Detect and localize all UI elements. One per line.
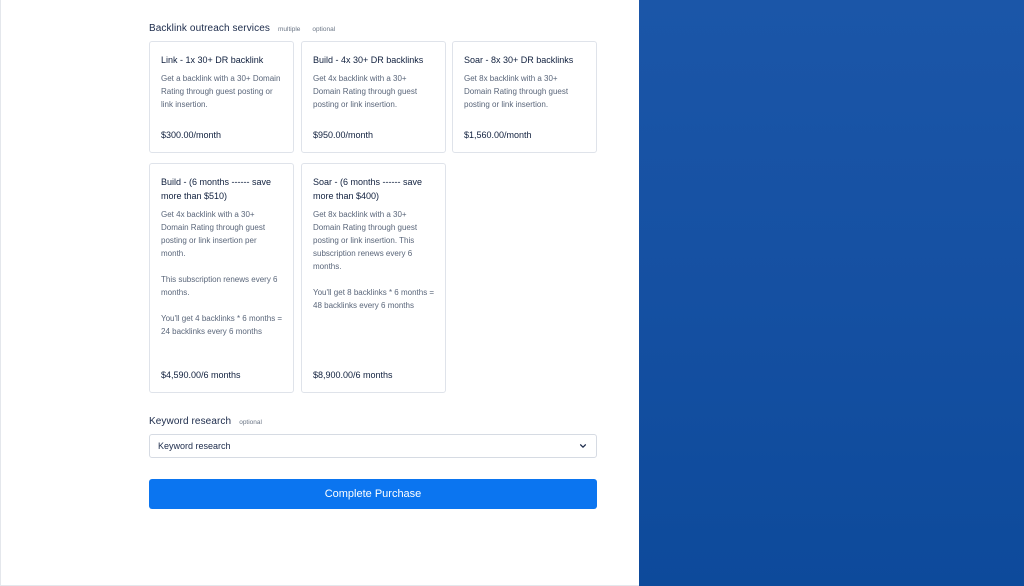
backlink-section-title: Backlink outreach services — [149, 23, 270, 34]
plan-card-price: $950.00/month — [313, 130, 374, 140]
plan-card-price: $1,560.00/month — [464, 130, 532, 140]
plan-card-title: Build - (6 months ------ save more than … — [161, 177, 272, 201]
plan-card-description: Get 4x backlink with a 30+ Domain Rating… — [313, 74, 418, 109]
backlink-section-header: Backlink outreach services multiple opti… — [149, 23, 335, 34]
plan-card-title: Link - 1x 30+ DR backlink — [161, 55, 264, 65]
plan-card-price: $4,590.00/6 months — [161, 370, 241, 380]
plan-card-build-6-months[interactable]: Build - (6 months ------ save more than … — [149, 163, 294, 393]
complete-purchase-button[interactable]: Complete Purchase — [149, 479, 597, 509]
multiple-tag: multiple — [277, 26, 301, 33]
plan-card-build[interactable]: Build - 4x 30+ DR backlinks Get 4x backl… — [301, 41, 446, 153]
plan-card-soar-6-months[interactable]: Soar - (6 months ------ save more than $… — [301, 163, 446, 393]
select-value: Keyword research — [158, 441, 231, 451]
keyword-section-title: Keyword research — [149, 416, 232, 427]
plan-card-link[interactable]: Link - 1x 30+ DR backlink Get a backlink… — [149, 41, 294, 153]
plan-card-description: Get 8x backlink with a 30+ Domain Rating… — [313, 210, 435, 310]
plan-card-description: Get a backlink with a 30+ Domain Rating … — [161, 74, 281, 109]
plan-card-title: Build - 4x 30+ DR backlinks — [313, 55, 424, 65]
optional-tag: optional — [239, 419, 262, 426]
plan-card-soar[interactable]: Soar - 8x 30+ DR backlinks Get 8x backli… — [452, 41, 597, 153]
keyword-research-select[interactable]: Keyword research — [149, 434, 597, 458]
keyword-section-header: Keyword research optional — [149, 416, 262, 427]
plan-card-title: Soar - (6 months ------ save more than $… — [313, 177, 423, 201]
chevron-down-icon — [579, 444, 587, 448]
plan-card-price: $8,900.00/6 months — [313, 370, 393, 380]
plan-card-description: Get 8x backlink with a 30+ Domain Rating… — [464, 74, 569, 109]
checkout-form-panel: Backlink outreach services multiple opti… — [0, 0, 639, 586]
plan-card-description: Get 4x backlink with a 30+ Domain Rating… — [161, 210, 283, 336]
plan-card-title: Soar - 8x 30+ DR backlinks — [464, 55, 574, 65]
optional-tag: optional — [312, 26, 336, 33]
plan-card-price: $300.00/month — [161, 130, 222, 140]
side-panel — [639, 0, 1024, 586]
